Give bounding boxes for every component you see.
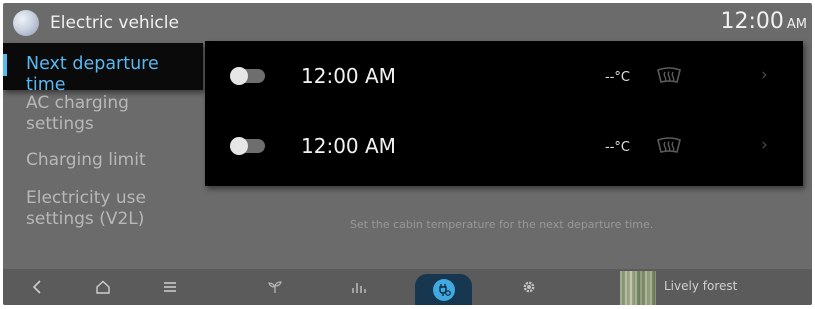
sprout-icon [268, 281, 282, 293]
electric-vehicle-app-icon [13, 10, 39, 36]
ev-charging-button[interactable] [415, 274, 472, 305]
menu-item-next-departure-time[interactable]: Next departure time [3, 43, 203, 95]
energy-info-button[interactable] [345, 269, 373, 305]
menu-item-charging-limit[interactable]: Charging limit [26, 150, 201, 171]
hint-text: Set the cabin temperature for the next d… [350, 218, 654, 231]
settings-button[interactable] [515, 269, 543, 305]
departure-toggle[interactable] [230, 67, 265, 85]
app-title: Electric vehicle [50, 13, 179, 33]
windshield-defrost-icon [657, 67, 681, 83]
chevron-right-icon: › [761, 65, 768, 85]
menu-item-ac-charging-settings[interactable]: AC charging settings [26, 93, 201, 135]
settings-gear-icon [523, 281, 535, 293]
ev-screen: Electric vehicle 12:00 AM Next departure … [3, 3, 812, 305]
clock-ampm: AM [786, 17, 807, 32]
departure-row[interactable]: 12:00 AM --°C › [205, 41, 803, 111]
departure-row[interactable]: 12:00 AM --°C › [205, 111, 803, 181]
clock-time: 12:00 [720, 9, 784, 34]
menu-item-electricity-use-v2l[interactable]: Electricity use settings (V2L) [26, 188, 201, 230]
header-bar: Electric vehicle 12:00 AM [3, 3, 812, 43]
menu-item-label: Next departure time [26, 54, 159, 95]
departure-time: 12:00 AM [301, 64, 396, 88]
toggle-knob [230, 67, 248, 85]
bottom-nav-bar: Lively forest [3, 269, 812, 305]
ev-charging-icon [432, 278, 455, 301]
media-thumbnail [620, 271, 656, 305]
toggle-knob [230, 137, 248, 155]
chevron-right-icon: › [761, 135, 768, 155]
eco-button[interactable] [261, 269, 289, 305]
menu-button[interactable] [156, 269, 184, 305]
departure-time: 12:00 AM [301, 134, 396, 158]
cabin-temperature: --°C [605, 140, 630, 155]
media-widget[interactable]: Lively forest [616, 269, 812, 305]
back-button[interactable] [23, 269, 51, 305]
back-icon [32, 280, 41, 294]
departure-schedule-panel: 12:00 AM --°C › 12:00 AM --°C › [205, 41, 803, 186]
departure-toggle[interactable] [230, 137, 265, 155]
windshield-defrost-icon [657, 137, 681, 153]
clock: 12:00 AM [720, 9, 807, 34]
menu-icon [164, 282, 176, 292]
media-title: Lively forest [664, 279, 738, 293]
cabin-temperature: --°C [605, 70, 630, 85]
home-button[interactable] [89, 269, 117, 305]
bar-chart-icon [352, 283, 366, 293]
home-icon [96, 280, 110, 294]
active-marker [3, 54, 7, 76]
